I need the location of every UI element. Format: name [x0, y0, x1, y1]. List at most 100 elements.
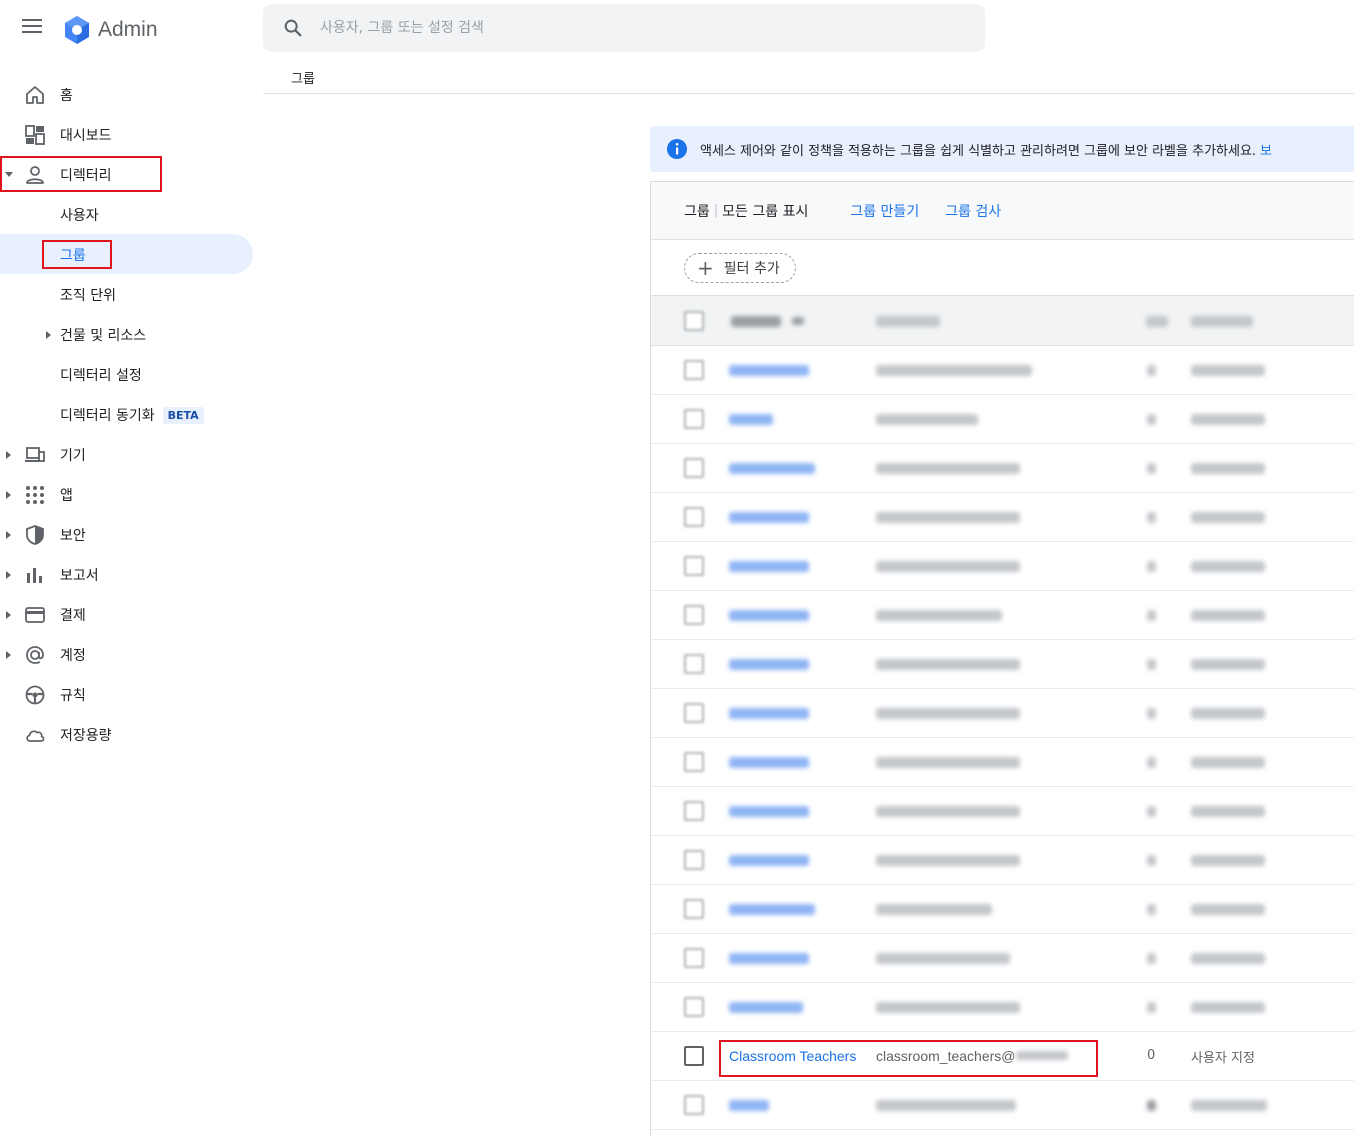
group-name-link[interactable]: [729, 414, 773, 425]
table-row[interactable]: [651, 934, 1354, 983]
search-input[interactable]: [320, 20, 920, 36]
row-checkbox[interactable]: [684, 948, 704, 968]
row-checkbox[interactable]: [684, 997, 704, 1017]
sidebar-item-directory-sync[interactable]: 디렉터리 동기화 BETA: [0, 394, 260, 434]
group-name-link[interactable]: [729, 855, 809, 866]
row-checkbox[interactable]: [684, 556, 704, 576]
group-name-link[interactable]: [729, 1002, 803, 1013]
group-name-link[interactable]: [729, 904, 815, 915]
chevron-right-icon: [6, 651, 11, 659]
sidebar-item-directory[interactable]: 디렉터리: [0, 154, 260, 194]
sidebar-item-org-units[interactable]: 조직 단위: [0, 274, 260, 314]
chevron-right-icon: [46, 331, 51, 339]
sidebar-item-directory-settings[interactable]: 디렉터리 설정: [0, 354, 260, 394]
group-name-link[interactable]: [729, 1100, 769, 1111]
table-row[interactable]: [651, 591, 1354, 640]
table-row[interactable]: [651, 1081, 1354, 1130]
table-row[interactable]: [651, 493, 1354, 542]
group-name-link[interactable]: [729, 659, 809, 670]
group-name-link[interactable]: [729, 806, 809, 817]
sidebar-item-home[interactable]: 홈: [0, 74, 260, 114]
table-row[interactable]: [651, 346, 1354, 395]
group-email: classroom_teachers@: [876, 1048, 1068, 1064]
admin-logo[interactable]: Admin: [62, 14, 158, 46]
group-email: [876, 512, 1020, 523]
row-checkbox[interactable]: [684, 703, 704, 723]
sidebar-item-dashboard[interactable]: 대시보드: [0, 114, 260, 154]
beta-badge: BETA: [162, 407, 204, 424]
create-group-link[interactable]: 그룹 만들기: [850, 201, 919, 221]
sidebar-item-buildings-resources[interactable]: 건물 및 리소스: [0, 314, 260, 354]
sidebar-item-security[interactable]: 보안: [0, 514, 260, 554]
banner-text: 액세스 제어와 같이 정책을 적용하는 그룹을 쉽게 식별하고 관리하려면 그룹…: [700, 140, 1272, 159]
sidebar-item-apps[interactable]: 앱: [0, 474, 260, 514]
member-count: [1147, 561, 1156, 572]
sidebar-item-label: 저장용량: [60, 728, 112, 744]
sidebar-item-users[interactable]: 사용자: [0, 194, 260, 234]
row-checkbox[interactable]: [684, 899, 704, 919]
sidebar-item-rules[interactable]: 규칙: [0, 674, 260, 714]
table-row[interactable]: [651, 689, 1354, 738]
table-row[interactable]: [651, 885, 1354, 934]
group-name-link[interactable]: [729, 610, 809, 621]
row-checkbox[interactable]: [684, 850, 704, 870]
group-name-link[interactable]: [729, 463, 815, 474]
table-row[interactable]: [651, 738, 1354, 787]
credit-card-icon: [25, 607, 45, 623]
sidebar-item-label: 보고서: [60, 568, 99, 584]
table-row[interactable]: [651, 836, 1354, 885]
row-checkbox[interactable]: [684, 507, 704, 527]
select-all-checkbox[interactable]: [684, 311, 704, 331]
group-name-link[interactable]: [729, 708, 809, 719]
member-count: [1147, 806, 1156, 817]
search-bar[interactable]: [263, 4, 985, 52]
sidebar-item-label: 디렉터리: [60, 168, 112, 184]
column-header-members: [1146, 316, 1168, 327]
table-row[interactable]: [651, 983, 1354, 1032]
sidebar-item-account[interactable]: 계정: [0, 634, 260, 674]
group-name-link[interactable]: [729, 561, 809, 572]
sidebar-item-groups[interactable]: 그룹: [0, 234, 253, 274]
sidebar-item-reports[interactable]: 보고서: [0, 554, 260, 594]
created-by: [1191, 953, 1265, 964]
group-name-link[interactable]: [729, 365, 809, 376]
row-checkbox[interactable]: [684, 360, 704, 380]
row-checkbox[interactable]: [684, 752, 704, 772]
chevron-right-icon: [6, 451, 11, 459]
menu-line: [22, 19, 42, 21]
row-checkbox[interactable]: [684, 409, 704, 429]
group-name-link[interactable]: [729, 953, 809, 964]
row-checkbox[interactable]: [684, 1095, 704, 1115]
row-checkbox[interactable]: [684, 458, 704, 478]
created-by: [1191, 855, 1265, 866]
inspect-groups-link[interactable]: 그룹 검사: [945, 201, 1001, 221]
row-checkbox[interactable]: [684, 605, 704, 625]
table-row[interactable]: [651, 542, 1354, 591]
banner-link[interactable]: 보: [1260, 144, 1272, 159]
sidebar-item-devices[interactable]: 기기: [0, 434, 260, 474]
group-name-link[interactable]: Classroom Teachers: [729, 1048, 856, 1064]
group-email: [876, 953, 1010, 964]
add-filter-button[interactable]: + 필터 추가: [684, 253, 796, 283]
member-count: [1147, 365, 1156, 376]
row-checkbox[interactable]: [684, 1046, 704, 1066]
sort-arrow-icon[interactable]: [792, 317, 804, 325]
table-row[interactable]: [651, 395, 1354, 444]
table-row-classroom-teachers[interactable]: Classroom Teachers classroom_teachers@ 0…: [651, 1032, 1354, 1081]
table-row[interactable]: [651, 444, 1354, 493]
plus-icon: +: [697, 256, 714, 280]
group-name-link[interactable]: [729, 512, 809, 523]
devices-icon: [25, 447, 45, 462]
sidebar-item-billing[interactable]: 결제: [0, 594, 260, 634]
main-menu-button[interactable]: [22, 19, 42, 37]
table-row[interactable]: [651, 640, 1354, 689]
info-icon: [667, 139, 687, 159]
column-header-name[interactable]: [731, 316, 781, 327]
group-name-link[interactable]: [729, 757, 809, 768]
sidebar-item-storage[interactable]: 저장용량: [0, 714, 260, 754]
table-row[interactable]: [651, 787, 1354, 836]
row-checkbox[interactable]: [684, 654, 704, 674]
chevron-right-icon: [6, 491, 11, 499]
group-email: [876, 806, 1020, 817]
row-checkbox[interactable]: [684, 801, 704, 821]
